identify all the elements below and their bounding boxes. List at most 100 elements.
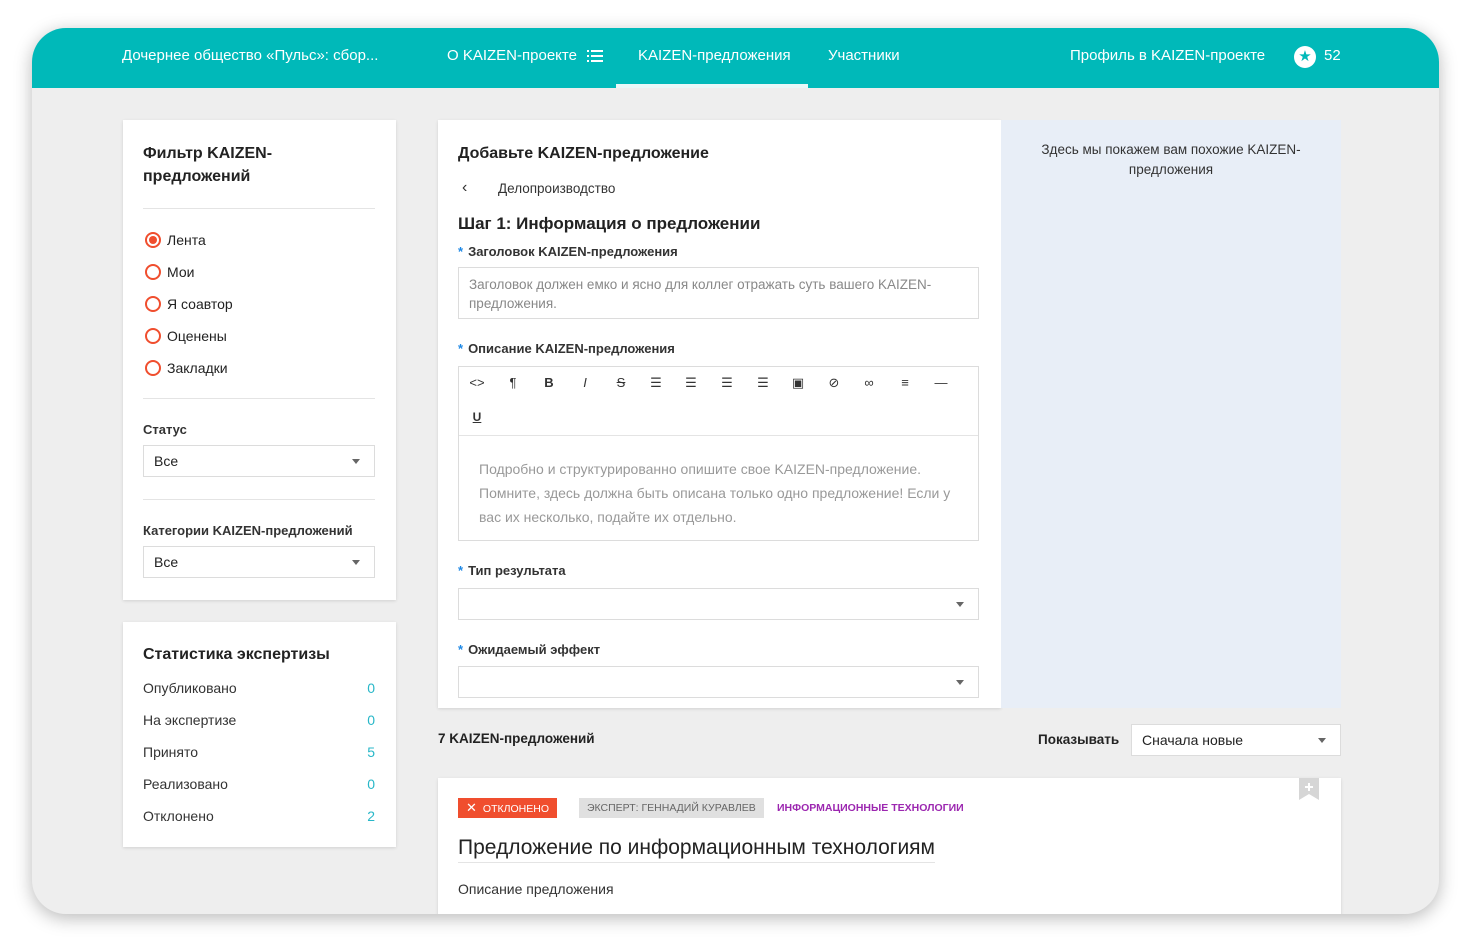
top-navigation-bar: Дочернее общество «Пульс»: сбор... О KAI… (32, 28, 1439, 88)
nav-participants[interactable]: Участники (828, 28, 900, 88)
expected-effect-label-text: Ожидаемый эффект (468, 642, 601, 657)
filter-option-label: Я соавтор (167, 296, 233, 312)
bookmark-add-icon[interactable] (1298, 778, 1320, 800)
align-icon[interactable]: ≡ (893, 373, 917, 393)
paragraph-icon[interactable]: ¶ (501, 373, 525, 393)
filter-option-label: Оценены (167, 328, 227, 344)
stat-value: 0 (367, 776, 375, 792)
description-label: * Описание KAIZEN-предложения (458, 341, 675, 356)
title-input[interactable]: Заголовок должен емко и ясно для коллег … (458, 267, 979, 319)
sort-select[interactable]: Сначала новые (1131, 724, 1341, 756)
stat-row-published: Опубликовано 0 (143, 680, 375, 696)
horizontal-rule-icon[interactable]: — (929, 373, 953, 393)
expected-effect-label: * Ожидаемый эффект (458, 642, 601, 657)
nav-kaizen-proposals[interactable]: KAIZEN-предложения (638, 28, 791, 88)
expertise-stats-panel: Статистика экспертизы Опубликовано 0 На э… (123, 622, 396, 847)
indent-icon[interactable]: ☰ (751, 373, 775, 393)
filter-option-label: Мои (167, 264, 195, 280)
stat-label: Отклонено (143, 808, 214, 824)
proposal-title[interactable]: Предложение по информационным технология… (458, 836, 935, 863)
categories-select-value: Все (154, 554, 179, 570)
stat-value: 2 (367, 808, 375, 824)
radio-icon (145, 360, 161, 377)
title-field-label: * Заголовок KAIZEN-предложения (458, 244, 678, 259)
result-type-select[interactable] (458, 588, 979, 620)
status-select-value: Все (154, 453, 179, 469)
radio-icon (145, 328, 161, 345)
title-input-placeholder: Заголовок должен емко и ясно для коллег … (469, 277, 932, 311)
filter-option-bookmarks[interactable]: Закладки (145, 359, 228, 377)
categories-select[interactable]: Все (143, 546, 375, 578)
sort-select-value: Сначала новые (1142, 732, 1244, 748)
stat-value: 0 (367, 680, 375, 696)
description-editor-area[interactable]: Подробно и структурированно опишите свое… (479, 457, 974, 529)
filter-option-label: Лента (167, 232, 206, 248)
stats-title: Статистика экспертизы (143, 646, 330, 663)
proposal-card[interactable]: ✕ Отклонено Эксперт: Геннадий Куравлев Ин… (438, 778, 1341, 914)
status-badge-rejected: ✕ Отклонено (458, 798, 557, 818)
filter-option-mine[interactable]: Мои (145, 263, 194, 281)
radio-icon (145, 296, 161, 313)
description-editor: <> ¶ B I S ☰ ☰ ☰ ☰ ▣ ⊘ ∞ ≡ — U Подробно … (458, 366, 979, 541)
dropdown-caret-icon (1318, 738, 1326, 743)
link-icon[interactable]: ∞ (857, 373, 881, 393)
filter-option-feed[interactable]: Лента (145, 231, 206, 249)
filter-option-coauthor[interactable]: Я соавтор (145, 295, 233, 313)
expected-effect-select[interactable] (458, 666, 979, 698)
bulleted-list-icon[interactable]: ☰ (644, 373, 668, 393)
nav-about-project-label: О KAIZEN-проекте (447, 47, 577, 64)
stat-row-accepted: Принято 5 (143, 744, 375, 760)
filter-option-rated[interactable]: Оценены (145, 327, 227, 345)
points-count: 52 (1324, 47, 1341, 64)
breadcrumb-category: Делопроизводство (498, 181, 616, 196)
star-icon: ★ (1294, 46, 1316, 68)
bold-icon[interactable]: B (537, 373, 561, 393)
nav-about-project[interactable]: О KAIZEN-проекте (447, 28, 604, 88)
back-chevron-icon[interactable]: ‹ (462, 179, 467, 197)
image-icon[interactable]: ▣ (786, 373, 810, 393)
expert-badge: Эксперт: Геннадий Куравлев (579, 798, 764, 818)
outdent-icon[interactable]: ☰ (715, 373, 739, 393)
result-type-label-text: Тип результата (468, 563, 566, 578)
active-tab-indicator (616, 84, 808, 88)
status-select[interactable]: Все (143, 445, 375, 477)
profile-link[interactable]: Профиль в KAIZEN-проекте (1070, 28, 1265, 88)
filter-title-line1: Фильтр KAIZEN- (143, 145, 273, 162)
category-badge[interactable]: Информационные технологии (769, 798, 972, 818)
proposals-count: 7 KAIZEN-предложений (438, 731, 595, 746)
dropdown-caret-icon (352, 560, 360, 565)
filter-title-line2: предложений (143, 168, 251, 185)
dropdown-caret-icon (956, 680, 964, 685)
stat-row-implemented: Реализовано 0 (143, 776, 375, 792)
close-icon: ✕ (466, 800, 477, 815)
status-label: Статус (143, 422, 187, 437)
list-icon (587, 50, 604, 63)
form-title: Добавьте KAIZEN-предложение (458, 145, 709, 162)
code-icon[interactable]: <> (465, 373, 489, 393)
stat-label: Реализовано (143, 776, 228, 792)
stat-label: Опубликовано (143, 680, 237, 696)
stat-label: Принято (143, 744, 199, 760)
similar-proposals-panel: Здесь мы покажем вам похожие KAIZEN-пред… (1001, 120, 1341, 708)
divider (143, 398, 375, 399)
attachment-icon[interactable]: ⊘ (822, 373, 846, 393)
radio-checked-icon (145, 232, 161, 249)
numbered-list-icon[interactable]: ☰ (679, 373, 703, 393)
filter-panel: Фильтр KAIZEN- предложений Лента Мои Я с… (123, 120, 396, 600)
divider (143, 208, 375, 209)
strikethrough-icon[interactable]: S (609, 373, 633, 393)
dropdown-caret-icon (352, 459, 360, 464)
project-title-link[interactable]: Дочернее общество «Пульс»: сбор... (122, 28, 378, 88)
similar-proposals-hint: Здесь мы покажем вам похожие KAIZEN-пред… (1041, 142, 1301, 177)
app-window: Дочернее общество «Пульс»: сбор... О KAI… (32, 28, 1439, 914)
italic-icon[interactable]: I (573, 373, 597, 393)
filter-option-label: Закладки (167, 360, 228, 376)
stat-row-in-review: На экспертизе 0 (143, 712, 375, 728)
stat-value: 5 (367, 744, 375, 760)
stat-label: На экспертизе (143, 712, 237, 728)
dropdown-caret-icon (956, 602, 964, 607)
step-title: Шаг 1: Информация о предложении (458, 214, 761, 233)
status-badge-text: Отклонено (482, 803, 549, 815)
stat-row-rejected: Отклонено 2 (143, 808, 375, 824)
underline-icon[interactable]: U (465, 407, 489, 427)
